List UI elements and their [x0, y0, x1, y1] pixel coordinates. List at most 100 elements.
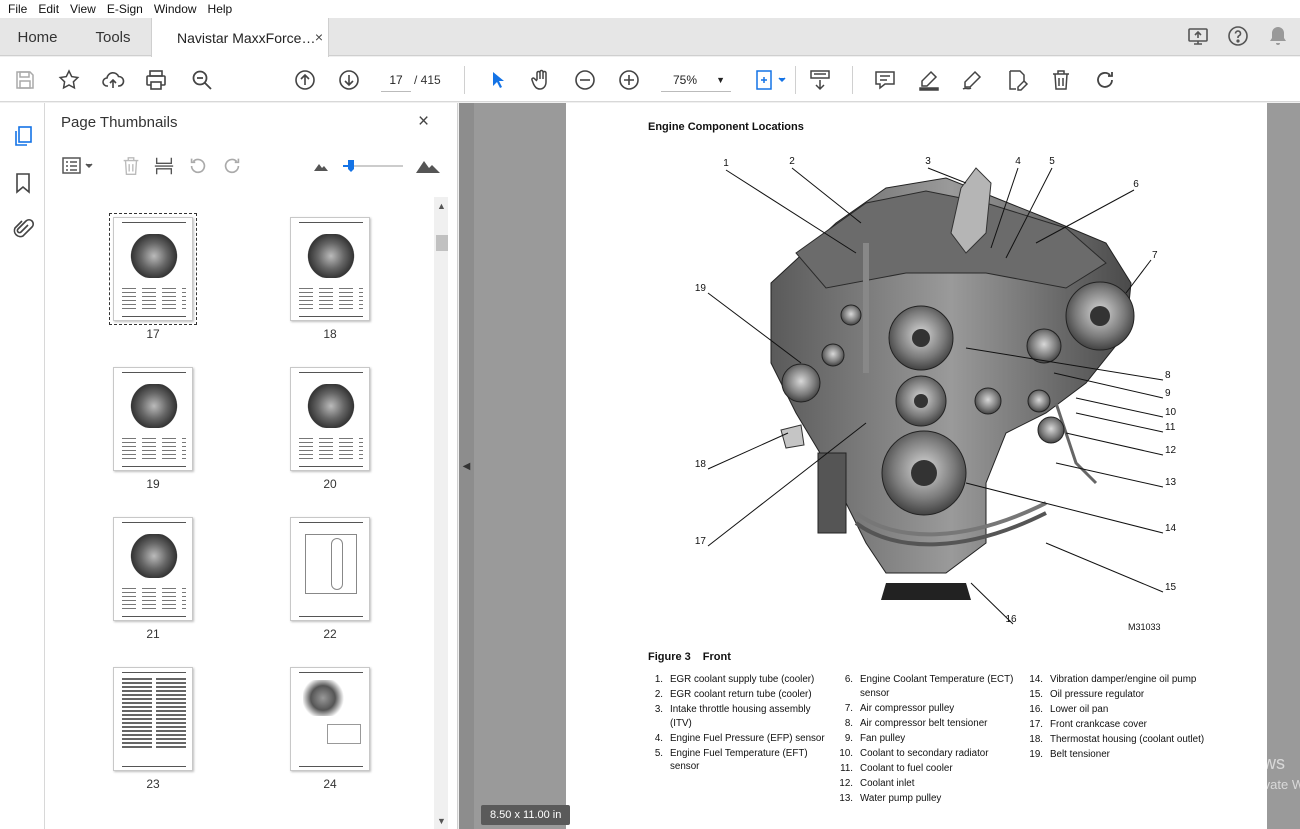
callout-number: 13	[1165, 477, 1177, 488]
delete-pages-icon[interactable]	[120, 155, 142, 180]
callout-line	[1065, 432, 1164, 456]
find-icon[interactable]	[189, 67, 215, 93]
previous-page-icon[interactable]	[292, 67, 318, 93]
thumbnail-options-icon[interactable]	[61, 155, 97, 180]
upload-icon[interactable]	[100, 67, 126, 93]
legend-text: Fan pulley	[860, 732, 906, 744]
callout-number: 6	[1133, 179, 1139, 190]
scroll-down-icon[interactable]: ▼	[437, 816, 446, 826]
zoom-in-icon[interactable]	[616, 67, 642, 93]
zoom-out-icon[interactable]	[572, 67, 598, 93]
legend-item: 4. Engine Fuel Pressure (EFP) sensor	[648, 732, 833, 746]
legend-number: 7.	[844, 702, 853, 714]
highlight-icon[interactable]	[916, 67, 942, 93]
hand-tool-icon[interactable]	[528, 67, 554, 93]
legend-text: Intake throttle housing assembly (ITV)	[670, 704, 811, 729]
legend-text: Vibration damper/engine oil pump	[1050, 674, 1197, 685]
large-mountain-icon	[415, 155, 441, 178]
thumbnail-list: 17 18 19 20 21 22 23 24	[45, 197, 434, 829]
draw-icon[interactable]	[959, 67, 985, 93]
print-icon[interactable]	[143, 67, 169, 93]
legend-text: Engine Fuel Temperature (EFT) sensor	[670, 747, 808, 773]
page-thumbnails-icon[interactable]	[10, 123, 36, 149]
legend-column: 6. Engine Coolant Temperature (ECT) senso…	[838, 673, 1023, 807]
menu-window[interactable]: Window	[150, 2, 204, 16]
thumbnail-size-slider[interactable]	[343, 158, 405, 177]
rotate-left-icon[interactable]	[187, 155, 209, 180]
tab-tools[interactable]: Tools	[75, 18, 151, 56]
legend-item: 18. Thermostat housing (coolant outlet)	[1028, 733, 1213, 747]
share-screen-icon[interactable]	[1186, 24, 1210, 51]
legend-number: 9.	[844, 732, 853, 744]
menu-view[interactable]: View	[66, 2, 103, 16]
legend-item: 17. Front crankcase cover	[1028, 718, 1213, 732]
next-page-icon[interactable]	[336, 67, 362, 93]
thumbnail-page-number: 17	[146, 327, 160, 341]
thumbnail-scrollbar[interactable]: ▲ ▼	[434, 197, 448, 829]
legend-item: 15. Oil pressure regulator	[1028, 688, 1213, 702]
legend-text: Air compressor belt tensioner	[860, 717, 988, 729]
page-thumbnail[interactable]	[290, 367, 370, 471]
menu-esign[interactable]: E-Sign	[103, 2, 150, 16]
page-fit-icon[interactable]	[752, 67, 788, 93]
legend-number: 1.	[654, 674, 663, 685]
rotate-icon[interactable]	[1092, 67, 1118, 93]
extract-pages-icon[interactable]	[153, 155, 175, 180]
callout-number: 19	[695, 283, 707, 294]
legend-number: 11.	[840, 762, 853, 774]
menu-edit[interactable]: Edit	[34, 2, 66, 16]
tab-document[interactable]: Navistar MaxxForce… ×	[151, 18, 329, 57]
comment-icon[interactable]	[872, 67, 898, 93]
notifications-icon[interactable]	[1266, 24, 1290, 51]
engine-figure: 1 2 3 4 5678910111213141516171819	[695, 156, 1177, 625]
select-cursor-icon[interactable]	[485, 67, 511, 93]
figure-label: Figure 3	[648, 651, 691, 663]
callout-line	[1075, 412, 1164, 433]
legend-item: 3. Intake throttle housing assembly (ITV)	[648, 703, 833, 730]
help-icon[interactable]	[1226, 24, 1250, 51]
page-thumbnail[interactable]	[113, 667, 193, 771]
page-thumbnail[interactable]	[113, 517, 193, 621]
legend-text: Lower oil pan	[1050, 704, 1109, 715]
callout-line	[1055, 462, 1164, 488]
page-thumbnail[interactable]	[109, 213, 197, 325]
legend-text: Water pump pulley	[860, 792, 942, 804]
callout-number: 15	[1165, 582, 1177, 593]
legend-item: 8. Air compressor belt tensioner	[838, 717, 1023, 731]
menu-file[interactable]: File	[4, 2, 34, 16]
rotate-right-icon[interactable]	[221, 155, 243, 180]
document-view[interactable]: ◀ Engine Component Locations 1 2 3 4 5 6…	[459, 103, 1300, 829]
page-number-input[interactable]: 17	[381, 68, 411, 92]
bookmarks-icon[interactable]	[10, 170, 36, 196]
scroll-up-icon[interactable]: ▲	[437, 201, 446, 211]
legend-item: 10. Coolant to secondary radiator	[838, 747, 1023, 761]
scrolling-mode-icon[interactable]	[807, 67, 833, 93]
legend-column: 14. Vibration damper/engine oil pump 15. Oi…	[1028, 673, 1213, 763]
edit-text-icon[interactable]	[1004, 67, 1030, 93]
page-thumbnail[interactable]	[290, 517, 370, 621]
thumbnail-page-number: 18	[323, 327, 337, 341]
legend-number: 17.	[1029, 719, 1043, 730]
tab-close-button[interactable]: ×	[315, 29, 323, 45]
tab-home[interactable]: Home	[0, 18, 75, 56]
thumbnail-page-number: 20	[323, 477, 337, 491]
thumbnail-page-number: 24	[323, 777, 337, 791]
delete-icon[interactable]	[1048, 67, 1074, 93]
page-thumbnail[interactable]	[113, 367, 193, 471]
panel-close-button[interactable]: ×	[418, 111, 429, 133]
bookmark-star-icon[interactable]	[56, 67, 82, 93]
figure-caption: Figure 3 Front	[648, 651, 743, 663]
legend-text: EGR coolant return tube (cooler)	[670, 689, 812, 700]
scrollbar-thumb[interactable]	[436, 235, 448, 251]
legend-number: 5.	[654, 747, 663, 759]
page-total: / 415	[414, 73, 441, 87]
attachments-icon[interactable]	[10, 216, 36, 242]
page-thumbnail[interactable]	[290, 217, 370, 321]
zoom-level-select[interactable]: 75% ▼	[661, 68, 731, 92]
legend-text: EGR coolant supply tube (cooler)	[670, 674, 815, 685]
page-thumbnail[interactable]	[290, 667, 370, 771]
save-icon[interactable]	[12, 67, 38, 93]
menu-help[interactable]: Help	[204, 2, 240, 16]
collapse-panel-handle[interactable]: ◀	[459, 103, 474, 829]
toolbar-divider	[464, 66, 465, 94]
